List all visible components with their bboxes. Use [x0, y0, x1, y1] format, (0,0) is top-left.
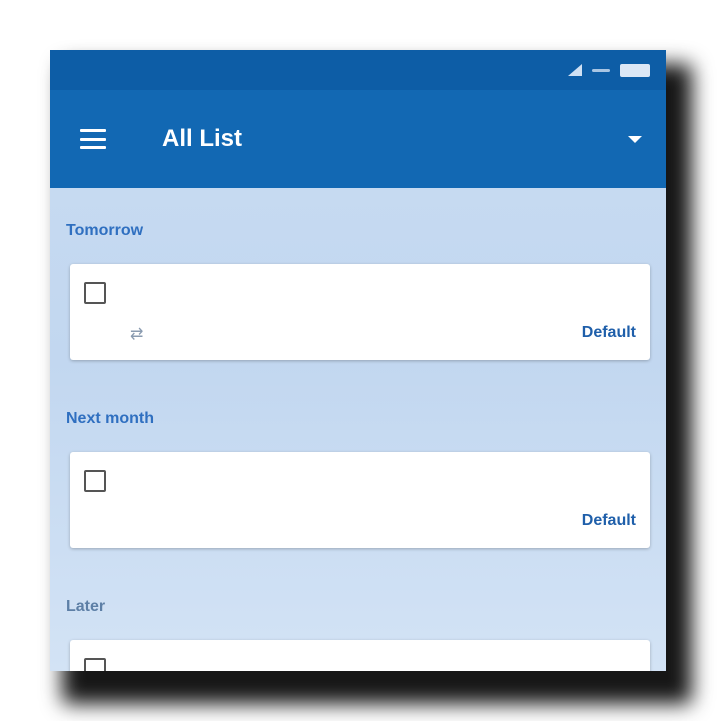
task-card[interactable] — [70, 640, 650, 671]
app-title: All List — [162, 125, 243, 152]
task-card[interactable]: Default — [70, 452, 650, 548]
dropdown-icon[interactable] — [628, 135, 642, 143]
task-checkbox[interactable] — [84, 282, 106, 304]
task-card[interactable]: ⇄ Default — [70, 264, 650, 360]
task-checkbox[interactable] — [84, 658, 106, 671]
repeat-icon: ⇄ — [130, 326, 144, 343]
task-list-label[interactable]: Default — [582, 324, 636, 342]
app-bar: All List — [50, 90, 666, 188]
status-icons — [566, 63, 650, 77]
task-list-label[interactable]: Default — [582, 512, 636, 530]
section-header-tomorrow: Tomorrow — [66, 222, 144, 239]
section-header-next-month: Next month — [66, 410, 154, 427]
wifi-icon — [592, 68, 610, 72]
phone-screen: All List Tomorrow ⇄ Default Next month D… — [50, 50, 666, 671]
status-bar — [50, 50, 666, 90]
task-checkbox[interactable] — [84, 470, 106, 492]
task-date: ⇄ — [124, 324, 143, 344]
hamburger-icon[interactable] — [80, 129, 106, 149]
signal-icon — [566, 64, 582, 76]
section-header-later: Later — [66, 598, 106, 615]
battery-icon — [620, 63, 650, 77]
